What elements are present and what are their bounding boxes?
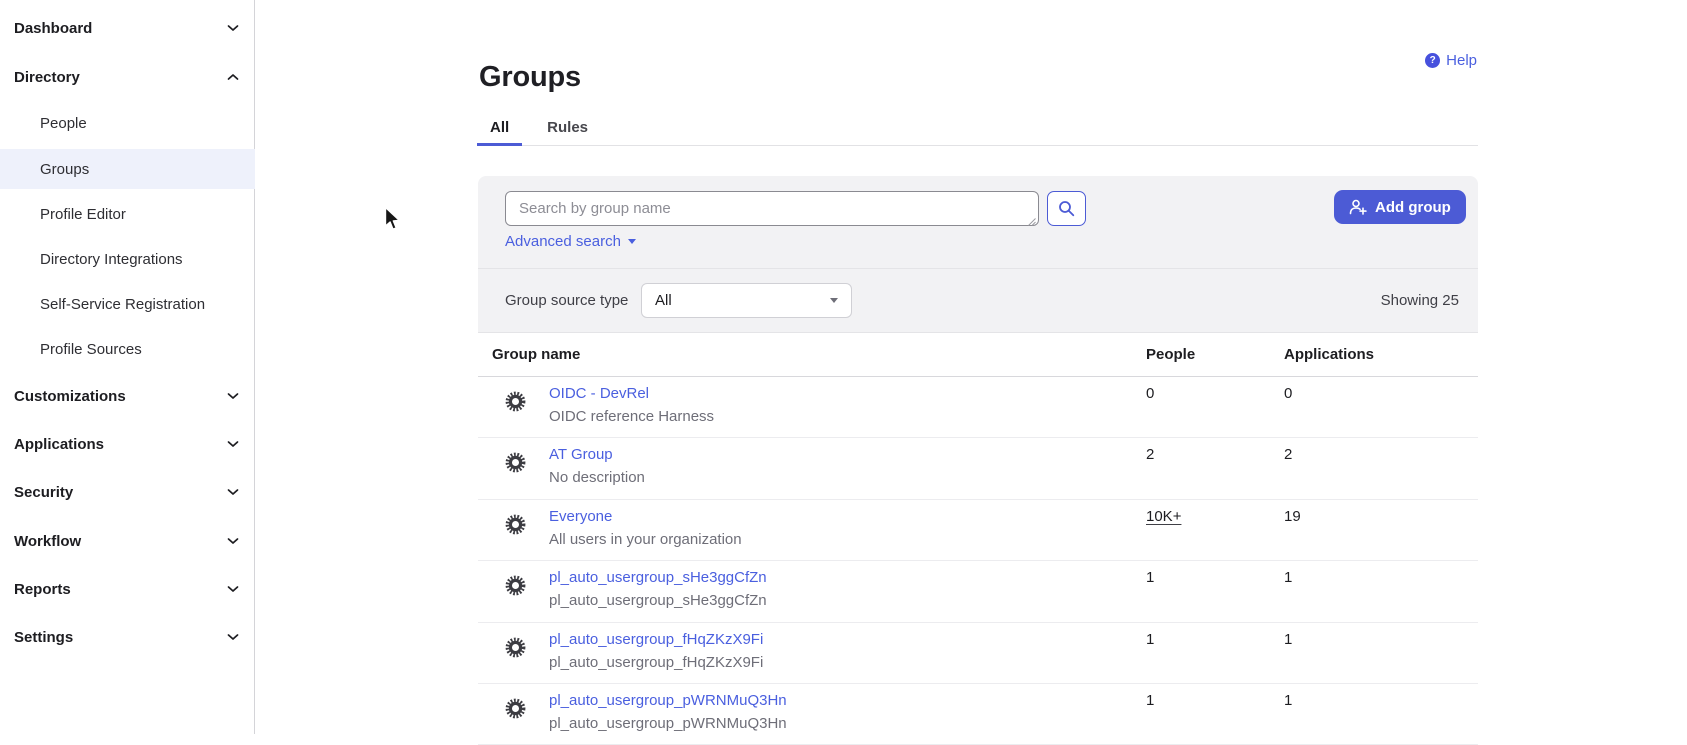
sidebar-item-dashboard[interactable]: Dashboard: [0, 8, 255, 48]
chevron-down-icon: [227, 25, 239, 32]
showing-count: Showing 25: [1381, 292, 1459, 309]
group-filter-card: Advanced search Add group Group source t…: [478, 176, 1478, 332]
mouse-cursor: [383, 206, 402, 238]
tab-bar: All Rules: [477, 112, 601, 146]
add-user-icon: [1349, 199, 1367, 215]
group-description: pl_auto_usergroup_pWRNMuQ3Hn: [549, 715, 787, 732]
group-source-type-select[interactable]: All: [641, 283, 852, 318]
chevron-down-icon: [227, 586, 239, 593]
group-icon: [504, 390, 527, 413]
help-icon: ?: [1425, 53, 1440, 68]
people-count: 2: [1146, 446, 1154, 463]
applications-count: 1: [1284, 692, 1292, 709]
help-link[interactable]: ? Help: [1425, 52, 1477, 69]
applications-count: 19: [1284, 508, 1301, 525]
group-icon: [504, 451, 527, 474]
group-icon: [504, 513, 527, 536]
table-row: AT Group No description 2 2: [478, 438, 1478, 499]
sidebar: Dashboard Directory People Groups Profil…: [0, 0, 255, 734]
group-name-link[interactable]: Everyone: [549, 508, 612, 525]
sidebar-item-profile-sources[interactable]: Profile Sources: [0, 329, 255, 369]
applications-count: 2: [1284, 446, 1292, 463]
chevron-up-icon: [227, 74, 239, 81]
page-title: Groups: [479, 61, 581, 94]
chevron-down-icon: [227, 489, 239, 496]
applications-count: 0: [1284, 385, 1292, 402]
sidebar-item-customizations[interactable]: Customizations: [0, 376, 255, 416]
advanced-search-link[interactable]: Advanced search: [505, 233, 636, 250]
group-description: All users in your organization: [549, 531, 742, 548]
people-count: 1: [1146, 631, 1154, 648]
chevron-down-icon: [227, 634, 239, 641]
search-button[interactable]: [1047, 191, 1086, 226]
group-description: OIDC reference Harness: [549, 408, 714, 425]
sidebar-item-settings[interactable]: Settings: [0, 617, 255, 657]
sidebar-item-profile-editor[interactable]: Profile Editor: [0, 194, 255, 234]
table-header: Group name People Applications: [478, 332, 1478, 377]
group-name-link[interactable]: pl_auto_usergroup_sHe3ggCfZn: [549, 569, 767, 586]
card-divider: [478, 268, 1478, 269]
add-group-label: Add group: [1375, 199, 1451, 216]
table-row: OIDC - DevRel OIDC reference Harness 0 0: [478, 377, 1478, 438]
sidebar-item-groups[interactable]: Groups: [0, 149, 255, 189]
group-name-link[interactable]: OIDC - DevRel: [549, 385, 649, 402]
people-count: 0: [1146, 385, 1154, 402]
group-icon: [504, 574, 527, 597]
sidebar-item-reports[interactable]: Reports: [0, 569, 255, 609]
group-source-type-value: All: [655, 292, 830, 309]
sidebar-item-workflow[interactable]: Workflow: [0, 521, 255, 561]
chevron-down-icon: [227, 441, 239, 448]
search-input[interactable]: [505, 191, 1039, 226]
sidebar-item-directory[interactable]: Directory: [0, 57, 255, 97]
people-count: 1: [1146, 692, 1154, 709]
tab-rules[interactable]: Rules: [534, 112, 601, 146]
column-header-group-name: Group name: [492, 346, 580, 363]
caret-down-icon: [830, 298, 838, 303]
column-header-people: People: [1146, 346, 1195, 363]
column-header-applications: Applications: [1284, 346, 1374, 363]
caret-down-icon: [628, 239, 636, 244]
group-source-type-label: Group source type: [505, 292, 628, 309]
table-row: pl_auto_usergroup_fHqZKzX9Fi pl_auto_use…: [478, 623, 1478, 684]
add-group-button[interactable]: Add group: [1334, 190, 1466, 224]
group-icon: [504, 697, 527, 720]
groups-table: Group name People Applications OIDC - De…: [478, 332, 1478, 745]
chevron-down-icon: [227, 538, 239, 545]
tab-all[interactable]: All: [477, 112, 522, 146]
applications-count: 1: [1284, 631, 1292, 648]
group-description: No description: [549, 469, 645, 486]
table-row: pl_auto_usergroup_sHe3ggCfZn pl_auto_use…: [478, 561, 1478, 622]
table-row: pl_auto_usergroup_pWRNMuQ3Hn pl_auto_use…: [478, 684, 1478, 745]
group-name-link[interactable]: pl_auto_usergroup_fHqZKzX9Fi: [549, 631, 763, 648]
group-description: pl_auto_usergroup_fHqZKzX9Fi: [549, 654, 763, 671]
chevron-down-icon: [227, 393, 239, 400]
tabs-divider: [480, 145, 1478, 146]
sidebar-item-security[interactable]: Security: [0, 472, 255, 512]
sidebar-item-applications[interactable]: Applications: [0, 424, 255, 464]
applications-count: 1: [1284, 569, 1292, 586]
help-label: Help: [1446, 52, 1477, 69]
sidebar-item-self-service-registration[interactable]: Self-Service Registration: [0, 284, 255, 324]
group-name-link[interactable]: pl_auto_usergroup_pWRNMuQ3Hn: [549, 692, 787, 709]
group-name-link[interactable]: AT Group: [549, 446, 613, 463]
sidebar-item-directory-integrations[interactable]: Directory Integrations: [0, 239, 255, 279]
people-count: 1: [1146, 569, 1154, 586]
people-count-link[interactable]: 10K+: [1146, 508, 1181, 525]
group-description: pl_auto_usergroup_sHe3ggCfZn: [549, 592, 767, 609]
sidebar-item-people[interactable]: People: [0, 103, 255, 143]
table-row: Everyone All users in your organization …: [478, 500, 1478, 561]
group-icon: [504, 636, 527, 659]
search-icon: [1058, 200, 1075, 217]
